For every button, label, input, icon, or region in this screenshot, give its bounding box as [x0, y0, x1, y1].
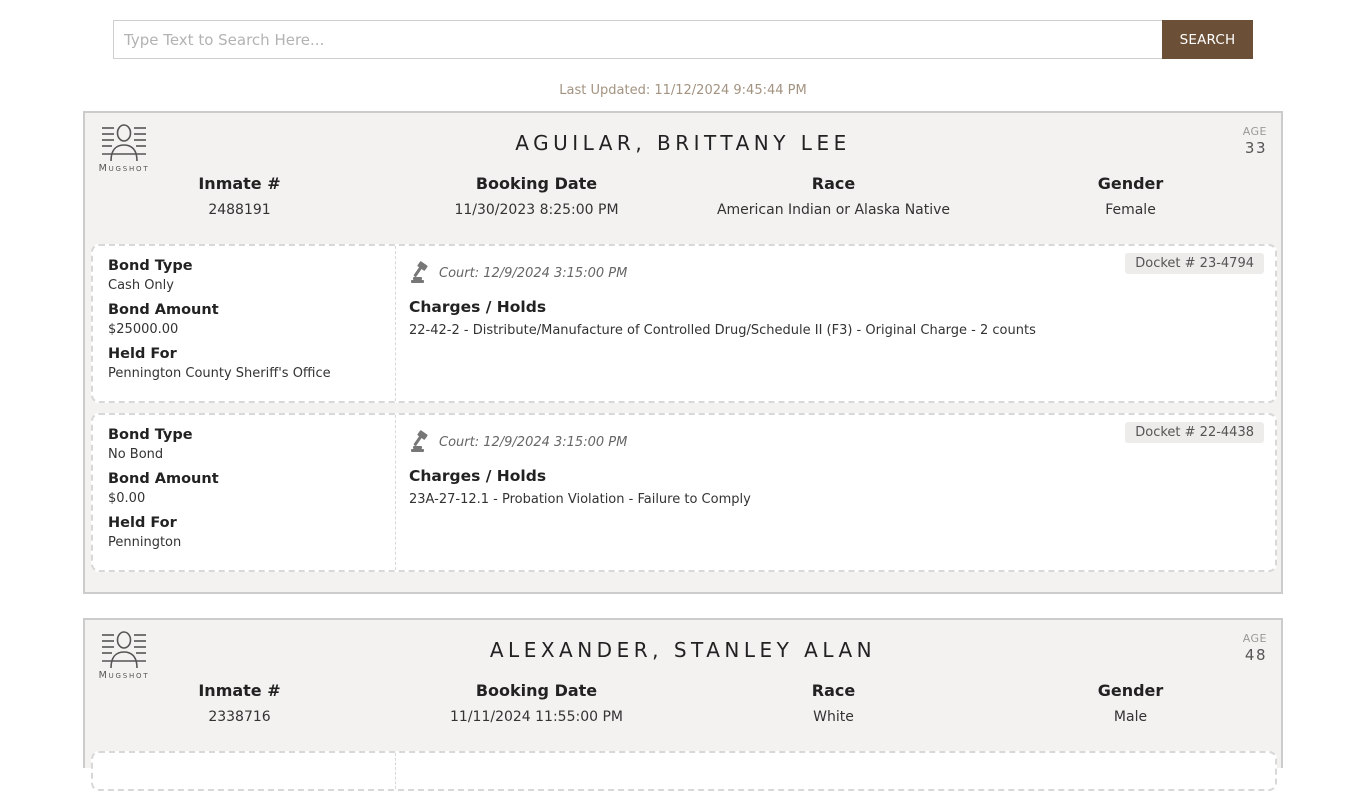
gender-value: Male [1113, 709, 1148, 725]
held-for-label: Held For [108, 346, 177, 362]
gender-field: Gender Female [982, 174, 1279, 218]
charges-info [396, 753, 1275, 789]
docket-badge: Docket # 22-4438 [1125, 422, 1264, 443]
gavel-icon [411, 261, 428, 283]
race-value: White [813, 709, 854, 725]
charge-block [91, 751, 1277, 791]
docket-badge: Docket # 23-4794 [1125, 253, 1264, 274]
search-input[interactable] [113, 20, 1162, 59]
race-field: Race American Indian or Alaska Native [685, 174, 982, 218]
booking-date-value: 11/30/2023 8:25:00 PM [454, 202, 619, 218]
bond-amount-value: $25000.00 [108, 322, 179, 337]
bond-type-value: No Bond [108, 447, 164, 462]
age-value: 33 [1244, 139, 1267, 157]
court-text: Court: 12/9/2024 3:15:00 PM [439, 265, 628, 281]
bond-amount-value: $0.00 [108, 491, 146, 506]
bond-info [93, 753, 396, 789]
age-value: 48 [1244, 646, 1267, 664]
gender-field: Gender Male [982, 681, 1279, 725]
charge-block: Bond Type No Bond Bond Amount $0.00 Held… [91, 413, 1277, 572]
race-field: Race White [685, 681, 982, 725]
charges-title: Charges / Holds [409, 467, 547, 485]
inmate-name: AGUILAR, BRITTANY LEE [515, 131, 851, 155]
inmate-number-field: Inmate # 2338716 [91, 681, 388, 725]
bond-amount-label: Bond Amount [108, 471, 219, 487]
booking-date-label: Booking Date [475, 681, 598, 700]
inmate-number-value: 2338716 [208, 709, 271, 725]
booking-date-value: 11/11/2024 11:55:00 PM [450, 709, 623, 725]
held-for-value: Pennington County Sheriff's Office [108, 366, 331, 381]
charge-block: Bond Type Cash Only Bond Amount $25000.0… [91, 244, 1277, 403]
inmate-card: Mugshot AGUILAR, BRITTANY LEE AGE 33 Inm… [83, 111, 1283, 594]
inmate-info-row: Inmate # 2488191 Booking Date 11/30/2023… [91, 174, 1279, 218]
inmate-number-value: 2488191 [208, 202, 271, 218]
gender-value: Female [1105, 202, 1156, 218]
booking-date-field: Booking Date 11/30/2023 8:25:00 PM [388, 174, 685, 218]
gender-label: Gender [1097, 174, 1164, 193]
court-text: Court: 12/9/2024 3:15:00 PM [439, 434, 628, 450]
bond-info: Bond Type Cash Only Bond Amount $25000.0… [93, 246, 396, 401]
age-box: AGE 48 [1243, 632, 1267, 664]
mugshot-label: Mugshot [98, 670, 150, 681]
race-label: Race [811, 681, 856, 700]
gender-label: Gender [1097, 681, 1164, 700]
age-box: AGE 33 [1243, 125, 1267, 157]
bond-type-label: Bond Type [108, 258, 193, 274]
charge-description: 22-42-2 - Distribute/Manufacture of Cont… [409, 323, 1036, 338]
bond-type-label: Bond Type [108, 427, 193, 443]
bond-type-value: Cash Only [108, 278, 174, 293]
age-label: AGE [1242, 632, 1267, 645]
inmate-card: Mugshot ALEXANDER, STANLEY ALAN AGE 48 I… [83, 618, 1283, 791]
booking-date-label: Booking Date [475, 174, 598, 193]
booking-date-field: Booking Date 11/11/2024 11:55:00 PM [388, 681, 685, 725]
inmate-info-row: Inmate # 2338716 Booking Date 11/11/2024… [91, 681, 1279, 725]
charges-title: Charges / Holds [409, 298, 547, 316]
charges-info: Court: 12/9/2024 3:15:00 PM Docket # 22-… [396, 415, 1275, 570]
inmate-number-label: Inmate # [198, 174, 281, 193]
held-for-label: Held For [108, 515, 177, 531]
held-for-value: Pennington [108, 535, 182, 550]
search-button[interactable]: SEARCH [1162, 20, 1253, 59]
inmate-number-field: Inmate # 2488191 [91, 174, 388, 218]
bond-amount-label: Bond Amount [108, 302, 219, 318]
last-updated: Last Updated: 11/12/2024 9:45:44 PM [559, 83, 807, 98]
gavel-icon [411, 430, 428, 452]
charges-info: Court: 12/9/2024 3:15:00 PM Docket # 23-… [396, 246, 1275, 401]
bond-info: Bond Type No Bond Bond Amount $0.00 Held… [93, 415, 396, 570]
mugshot-label: Mugshot [98, 163, 150, 174]
inmate-number-label: Inmate # [198, 681, 281, 700]
charge-description: 23A-27-12.1 - Probation Violation - Fail… [409, 492, 751, 507]
inmate-name: ALEXANDER, STANLEY ALAN [489, 638, 877, 662]
race-label: Race [811, 174, 856, 193]
race-value: American Indian or Alaska Native [716, 202, 951, 218]
age-label: AGE [1242, 125, 1267, 138]
search-bar: SEARCH [113, 20, 1253, 59]
